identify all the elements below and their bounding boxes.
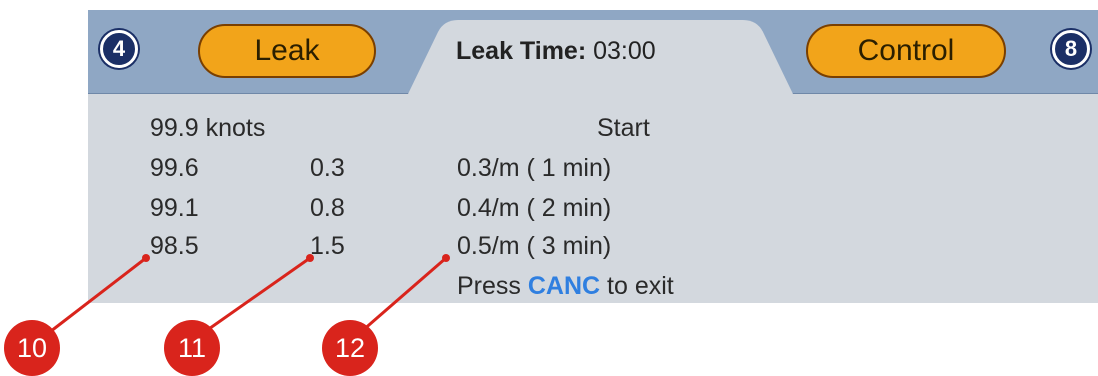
callout-12: 12 xyxy=(322,320,378,376)
leader-line-10 xyxy=(41,256,147,340)
leader-dot-11 xyxy=(306,254,314,262)
callout-11: 11 xyxy=(164,320,220,376)
callout-10: 10 xyxy=(4,320,60,376)
callout-leaders xyxy=(41,254,450,340)
leader-line-11 xyxy=(195,256,311,340)
leader-dot-10 xyxy=(142,254,150,262)
leader-dot-12 xyxy=(442,254,450,262)
